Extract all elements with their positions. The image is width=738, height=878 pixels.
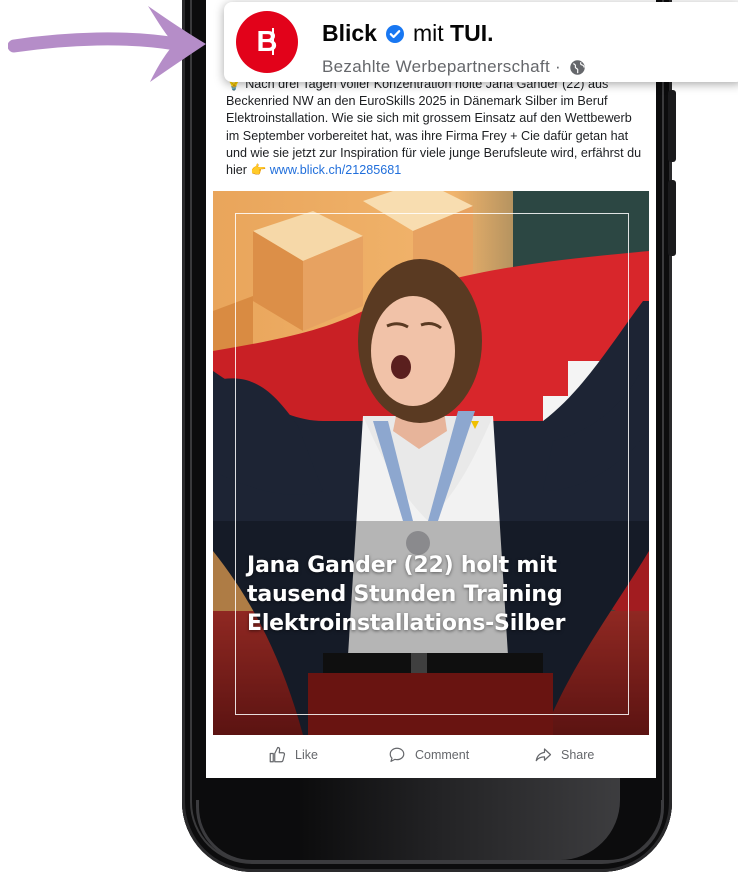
share-label: Share	[561, 748, 595, 762]
image-frame-border	[235, 213, 629, 715]
partner-name[interactable]: TUI.	[450, 20, 493, 47]
share-button[interactable]: Share	[534, 746, 594, 764]
phone-volume-button	[668, 90, 676, 162]
comment-icon	[389, 747, 405, 762]
page-name[interactable]: Blick	[322, 20, 377, 47]
thumbs-up-icon	[269, 746, 286, 763]
post-header-card: B Blick mit TUI. Bezahlte Werbepartnersc…	[224, 2, 738, 82]
image-headline: Jana Gander (22) holt mit tausend Stunde…	[247, 551, 637, 638]
logo-letter: B	[256, 25, 278, 58]
globe-icon	[570, 59, 585, 75]
headline-line-2: tausend Stunden Training	[247, 582, 563, 607]
with-text: mit	[412, 20, 444, 46]
phone-bezel	[196, 800, 664, 863]
share-icon	[535, 748, 552, 762]
post-text: 💡 Nach drei Tagen voller Konzentration h…	[226, 76, 644, 179]
like-label: Like	[295, 748, 318, 762]
logo-divider	[272, 28, 274, 55]
phone-screen: 💡 Nach drei Tagen voller Konzentration h…	[206, 0, 656, 778]
comment-button[interactable]: Comment	[388, 746, 469, 764]
post-image[interactable]: Jana Gander (22) holt mit tausend Stunde…	[213, 191, 649, 735]
pointing-hand-emoji: 👉	[250, 163, 267, 178]
sponsored-label: Bezahlte Werbepartnerschaft ·	[322, 57, 561, 76]
post-link[interactable]: www.blick.ch/21285681	[270, 163, 402, 177]
blick-logo[interactable]: B	[236, 11, 298, 73]
comment-label: Comment	[415, 748, 470, 762]
post-author-line: Blick mit TUI.	[322, 20, 494, 47]
pointer-arrow	[8, 6, 206, 82]
headline-line-1: Jana Gander (22) holt mit	[247, 553, 557, 578]
verified-badge-icon	[385, 24, 404, 43]
headline-line-3: Elektroinstallations-Silber	[247, 611, 566, 636]
post-actions-bar: Like Comment Share	[206, 738, 656, 772]
phone-power-button	[668, 180, 676, 256]
like-button[interactable]: Like	[268, 746, 318, 764]
sponsored-line: Bezahlte Werbepartnerschaft ·	[322, 57, 586, 77]
